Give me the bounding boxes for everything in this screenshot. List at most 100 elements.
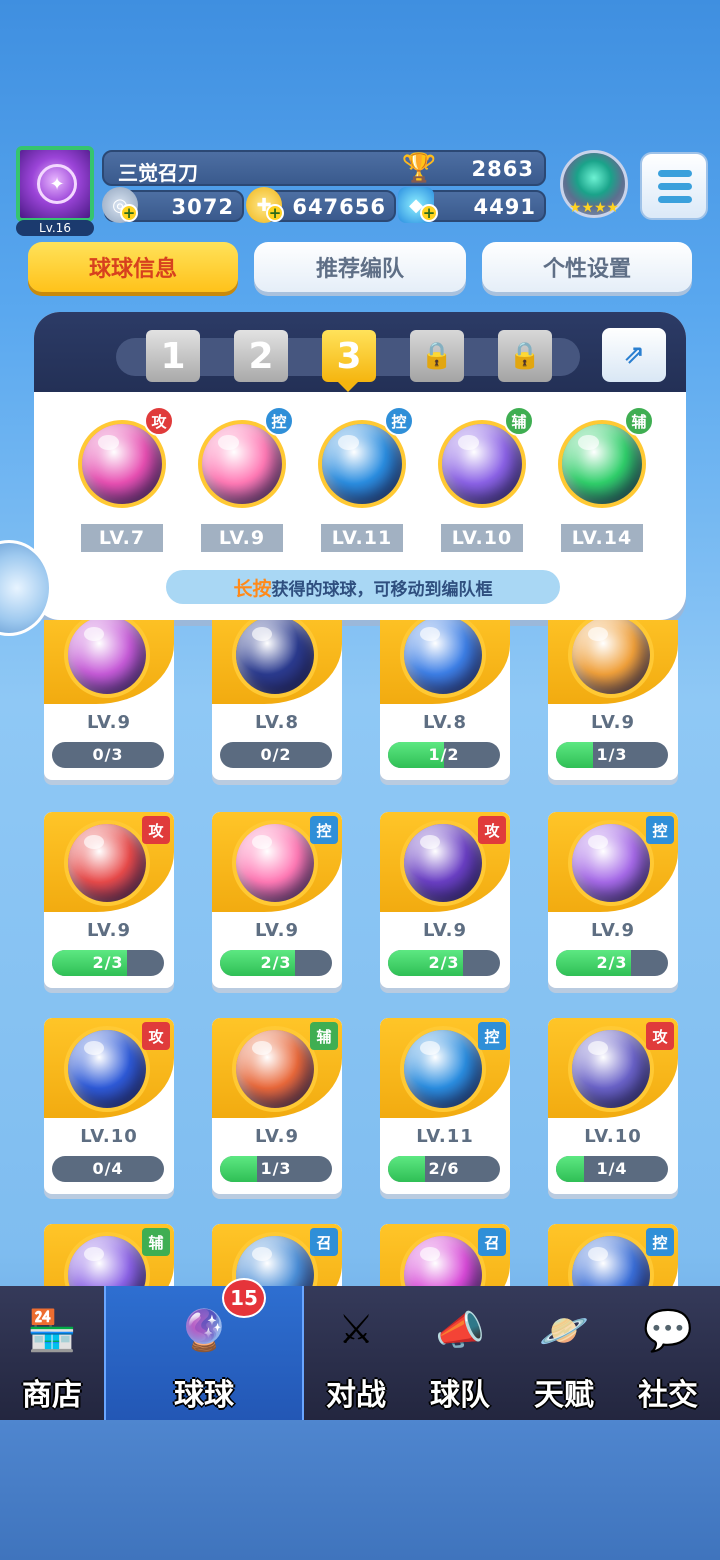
share-button[interactable]: ⇗	[602, 328, 666, 382]
add-silver-button[interactable]: +	[120, 204, 138, 222]
ball-card[interactable]: 辅	[44, 1224, 174, 1288]
card-level: LV.9	[87, 920, 131, 941]
ball-card[interactable]: 控 LV.9 2/3	[548, 812, 678, 988]
team-ball-1[interactable]: 攻	[74, 406, 174, 512]
role-badge: 辅	[504, 406, 534, 436]
role-badge: 控	[264, 406, 294, 436]
ball-card[interactable]: 攻 LV.10 1/4	[548, 1018, 678, 1194]
team-slot-5-lock-icon[interactable]: 🔒	[498, 330, 552, 382]
social-icon: 💬	[643, 1307, 693, 1354]
ball-card[interactable]: 控 LV.11 2/6	[380, 1018, 510, 1194]
progress-text: 2/6	[428, 1159, 460, 1178]
trophy-icon: 🏆	[401, 151, 437, 184]
upgrade-progress-bar: 1/4	[556, 1156, 668, 1182]
long-press-hint: 长按 获得的球球，可移动到编队框	[166, 570, 560, 604]
ball-card[interactable]: LV.9 1/3	[548, 620, 678, 780]
role-badge: 攻	[478, 816, 506, 844]
add-gem-button[interactable]: +	[420, 204, 438, 222]
menu-button[interactable]	[640, 152, 708, 220]
hint-emphasis: 长按	[233, 577, 272, 600]
share-icon: ⇗	[623, 340, 645, 370]
role-badge: 控	[646, 816, 674, 844]
player-avatar[interactable]: ✦	[16, 146, 94, 222]
player-level-badge: Lv.16	[16, 220, 94, 236]
ball-card[interactable]: 控 LV.9 2/3	[212, 812, 342, 988]
add-gold-button[interactable]: +	[266, 204, 284, 222]
tab-ball-info[interactable]: 球球信息	[28, 242, 238, 292]
gem-value: 4491	[473, 195, 536, 219]
ball-icon	[232, 820, 318, 906]
role-badge: 辅	[624, 406, 654, 436]
tab-recommended-team[interactable]: 推荐编队	[254, 242, 466, 292]
team-panel: 1 2 3 🔒 🔒 ⇗ 攻 LV.7 控 LV.9 控 LV.11 辅 LV.10 辅 LV.14…	[34, 312, 686, 620]
ball-icon	[64, 820, 150, 906]
team-slot-1[interactable]: 1	[146, 330, 200, 382]
card-level: LV.11	[416, 1126, 474, 1147]
upgrade-progress-bar: 2/3	[556, 950, 668, 976]
player-name-bar: 三觉召刀 2863	[102, 150, 546, 186]
progress-text: 2/3	[92, 953, 124, 972]
card-level: LV.8	[423, 712, 467, 733]
ball-card[interactable]: LV.9 0/3	[44, 620, 174, 780]
progress-text: 1/3	[596, 745, 628, 764]
book-icon: ✦	[37, 164, 77, 204]
player-name: 三觉召刀	[118, 161, 198, 185]
upgrade-progress-bar: 2/3	[220, 950, 332, 976]
shop-icon: 🏪	[27, 1307, 77, 1354]
nav-label: 社交	[638, 1378, 698, 1413]
talent-icon: 🪐	[539, 1307, 589, 1354]
upgrade-progress-bar: 2/6	[388, 1156, 500, 1182]
ball-icon	[232, 1026, 318, 1112]
rank-stars-icon: ★★★★	[568, 200, 620, 216]
upgrade-progress-bar: 0/2	[220, 742, 332, 768]
nav-label: 天赋	[534, 1378, 594, 1413]
role-badge: 辅	[310, 1022, 338, 1050]
trophy-count: 2863	[471, 157, 534, 181]
nav-balls[interactable]: 🔮 球球 15	[104, 1278, 304, 1420]
team-slot-2[interactable]: 2	[234, 330, 288, 382]
role-badge: 召	[310, 1228, 338, 1256]
nav-team[interactable]: 📣 球队	[408, 1286, 512, 1420]
progress-text: 1/4	[596, 1159, 628, 1178]
ball-card[interactable]: 控	[548, 1224, 678, 1288]
team-ball-4[interactable]: 辅	[434, 406, 534, 512]
team-ball-level: LV.11	[321, 524, 403, 552]
nav-label: 对战	[326, 1378, 386, 1413]
notification-badge: 15	[222, 1278, 266, 1318]
ball-card[interactable]: 召	[380, 1224, 510, 1288]
nav-battle[interactable]: ⚔ 对战	[304, 1286, 408, 1420]
nav-label: 球球	[174, 1378, 234, 1413]
team-ball-2[interactable]: 控	[194, 406, 294, 512]
team-ball-3[interactable]: 控	[314, 406, 414, 512]
silver-value: 3072	[171, 195, 234, 219]
card-level: LV.9	[87, 712, 131, 733]
ball-card[interactable]: LV.8 1/2	[380, 620, 510, 780]
ball-card[interactable]: 攻 LV.10 0/4	[44, 1018, 174, 1194]
role-badge: 控	[310, 816, 338, 844]
menu-icon	[658, 170, 692, 177]
nav-talent[interactable]: 🪐 天赋	[512, 1286, 616, 1420]
ball-card[interactable]: 攻 LV.9 2/3	[380, 812, 510, 988]
team-slot-3[interactable]: 3	[322, 330, 376, 382]
team-slot-4-lock-icon[interactable]: 🔒	[410, 330, 464, 382]
progress-text: 2/3	[428, 953, 460, 972]
tab-personal-settings[interactable]: 个性设置	[482, 242, 692, 292]
team-ball-5[interactable]: 辅	[554, 406, 654, 512]
ball-card[interactable]: 召	[212, 1224, 342, 1288]
ball-icon	[568, 1026, 654, 1112]
card-level: LV.9	[591, 712, 635, 733]
ball-card-grid: LV.9 0/3 LV.8 0/2 LV.8 1/2 LV.9 1/3 攻 LV.9 2/3 控 LV.…	[0, 620, 720, 1288]
progress-text: 2/3	[596, 953, 628, 972]
bottom-nav: 🏪 商店 🔮 球球 15 ⚔ 对战 📣 球队 🪐 天赋 💬 社交	[0, 1278, 720, 1420]
ball-card[interactable]: 辅 LV.9 1/3	[212, 1018, 342, 1194]
role-badge: 攻	[646, 1022, 674, 1050]
nav-shop[interactable]: 🏪 商店	[0, 1286, 104, 1420]
ball-card[interactable]: LV.8 0/2	[212, 620, 342, 780]
nav-social[interactable]: 💬 社交	[616, 1286, 720, 1420]
role-badge: 辅	[142, 1228, 170, 1256]
ball-card[interactable]: 攻 LV.9 2/3	[44, 812, 174, 988]
nav-label: 球队	[430, 1378, 490, 1413]
ball-icon	[400, 820, 486, 906]
progress-text: 1/2	[428, 745, 460, 764]
team-ball-level: LV.9	[201, 524, 283, 552]
